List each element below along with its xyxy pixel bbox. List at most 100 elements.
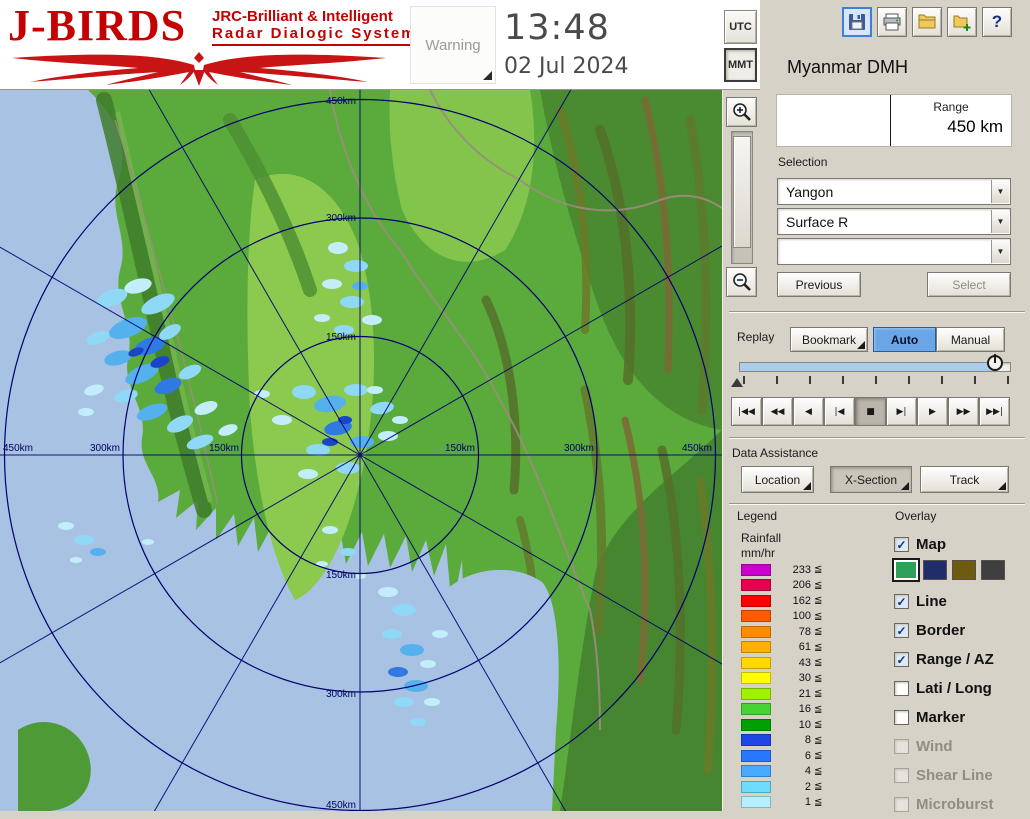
checkbox[interactable]: ✓ <box>894 652 909 667</box>
legend-row: 78 ≦ <box>741 624 881 640</box>
map-color-swatch[interactable] <box>952 560 976 580</box>
legend-value: 10 <box>798 718 811 731</box>
playback-play-button[interactable]: ▶ <box>917 397 948 426</box>
warning-button[interactable]: Warning <box>410 6 496 84</box>
checkbox[interactable]: ✓ <box>894 537 909 552</box>
playback-fast-forward-button[interactable]: ▶▶ <box>948 397 979 426</box>
mmt-toggle-button[interactable]: MMT <box>724 48 757 82</box>
overlay-item-label: Border <box>916 622 966 639</box>
legend-label: Legend <box>737 509 778 523</box>
select-button: Select <box>927 272 1011 297</box>
overlay-item-label: Line <box>916 593 947 610</box>
legend-value: 1 <box>804 796 811 809</box>
product-select[interactable]: Surface R ▼ <box>777 208 1011 235</box>
playback-prev-frame-button[interactable]: |◀ <box>824 397 855 426</box>
legend-color-swatch <box>741 579 771 592</box>
print-icon <box>883 13 901 31</box>
ring-label: 450km <box>326 96 356 107</box>
import-data-button[interactable] <box>947 7 977 37</box>
save-button[interactable] <box>842 7 872 37</box>
site-select[interactable]: Yangon ▼ <box>777 178 1011 205</box>
less-equal-sign: ≦ <box>814 719 823 731</box>
timeline-track[interactable] <box>739 362 1011 372</box>
playback-step-back-button[interactable]: ◀ <box>793 397 824 426</box>
overlay-item-map[interactable]: ✓ Map <box>894 530 946 559</box>
legend-color-swatch <box>741 687 771 700</box>
map-color-swatch[interactable] <box>892 558 920 582</box>
less-equal-sign: ≦ <box>814 595 823 607</box>
zoom-out-button[interactable] <box>726 267 757 297</box>
overlay-item-marker[interactable]: Marker <box>894 703 994 732</box>
playback-jump-start-button[interactable]: |◀◀ <box>731 397 762 426</box>
playback-rewind-button[interactable]: ◀◀ <box>762 397 793 426</box>
map-color-swatch[interactable] <box>923 560 947 580</box>
print-button[interactable] <box>877 7 907 37</box>
x-section-button[interactable]: X-Section <box>830 466 912 493</box>
control-panel: ? Myanmar DMH Range 450 km Selection Yan… <box>722 0 1030 813</box>
ring-label: 450km <box>682 443 712 454</box>
legend-color-swatch <box>741 610 771 623</box>
bookmark-button[interactable]: Bookmark <box>790 327 868 352</box>
zoom-slider-thumb[interactable] <box>733 136 751 248</box>
legend-color-swatch <box>741 780 771 793</box>
legend-row: 8 ≦ <box>741 733 881 749</box>
legend-color-swatch <box>741 641 771 654</box>
legend-value: 6 <box>804 749 811 762</box>
legend-row: 30 ≦ <box>741 671 881 687</box>
less-equal-sign: ≦ <box>814 626 823 638</box>
folder-icon <box>918 14 936 29</box>
auto-mode-button[interactable]: Auto <box>873 327 936 352</box>
less-equal-sign: ≦ <box>814 765 823 777</box>
overlay-item-label: Map <box>916 536 946 553</box>
timeline-tick <box>908 376 910 384</box>
ring-label: 450km <box>3 443 33 454</box>
legend-row: 233 ≦ <box>741 562 881 578</box>
timeline-tick <box>743 376 745 384</box>
radar-map-area[interactable]: 450km 300km 150km 150km 300km 450km 450k… <box>0 0 890 819</box>
extra-select[interactable]: ▼ <box>777 238 1011 265</box>
less-equal-sign: ≦ <box>814 796 823 808</box>
legend-row: 10 ≦ <box>741 717 881 733</box>
timeline-tick <box>875 376 877 384</box>
checkbox[interactable] <box>894 681 909 696</box>
zoom-in-button[interactable] <box>726 97 757 127</box>
overlay-item-label: Lati / Long <box>916 680 992 697</box>
legend-color-swatch <box>741 656 771 669</box>
track-button[interactable]: Track <box>920 466 1009 493</box>
timeline-ruler <box>739 376 1015 388</box>
legend-color-swatch <box>741 749 771 762</box>
map-color-swatch[interactable] <box>981 560 1005 580</box>
playback-next-frame-button[interactable]: ▶| <box>886 397 917 426</box>
timeline-fill <box>740 363 998 371</box>
chevron-down-icon[interactable]: ▼ <box>991 240 1009 263</box>
chevron-down-icon[interactable]: ▼ <box>991 210 1009 233</box>
legend-value: 162 <box>792 594 811 607</box>
utc-toggle-button[interactable]: UTC <box>724 10 757 44</box>
manual-mode-button[interactable]: Manual <box>936 327 1005 352</box>
checkbox[interactable]: ✓ <box>894 594 909 609</box>
overlay-item-border[interactable]: ✓ Border <box>894 616 994 645</box>
legend-row: 206 ≦ <box>741 578 881 594</box>
chevron-down-icon[interactable]: ▼ <box>991 180 1009 203</box>
overlay-item-range-az[interactable]: ✓ Range / AZ <box>894 645 994 674</box>
tagline-line1: JRC-Brilliant & Intelligent <box>212 8 393 25</box>
warning-label: Warning <box>425 36 481 54</box>
less-equal-sign: ≦ <box>814 641 823 653</box>
playback-jump-end-button[interactable]: ▶▶| <box>979 397 1010 426</box>
overlay-item-label: Range / AZ <box>916 651 994 668</box>
zoom-out-icon <box>732 273 751 291</box>
previous-button[interactable]: Previous <box>777 272 861 297</box>
overlay-item-lati-long[interactable]: Lati / Long <box>894 674 994 703</box>
overlay-item-line[interactable]: ✓ Line <box>894 587 994 616</box>
zoom-slider-track[interactable] <box>731 131 753 264</box>
open-file-button[interactable] <box>912 7 942 37</box>
checkbox[interactable] <box>894 710 909 725</box>
help-button[interactable]: ? <box>982 7 1012 37</box>
timeline-tick <box>776 376 778 384</box>
playback-stop-button[interactable]: ■ <box>855 397 886 426</box>
checkbox[interactable]: ✓ <box>894 623 909 638</box>
legend-row: 16 ≦ <box>741 702 881 718</box>
timeline-handle[interactable] <box>987 354 1003 371</box>
location-button[interactable]: Location <box>741 466 814 493</box>
legend-value: 233 <box>792 563 811 576</box>
